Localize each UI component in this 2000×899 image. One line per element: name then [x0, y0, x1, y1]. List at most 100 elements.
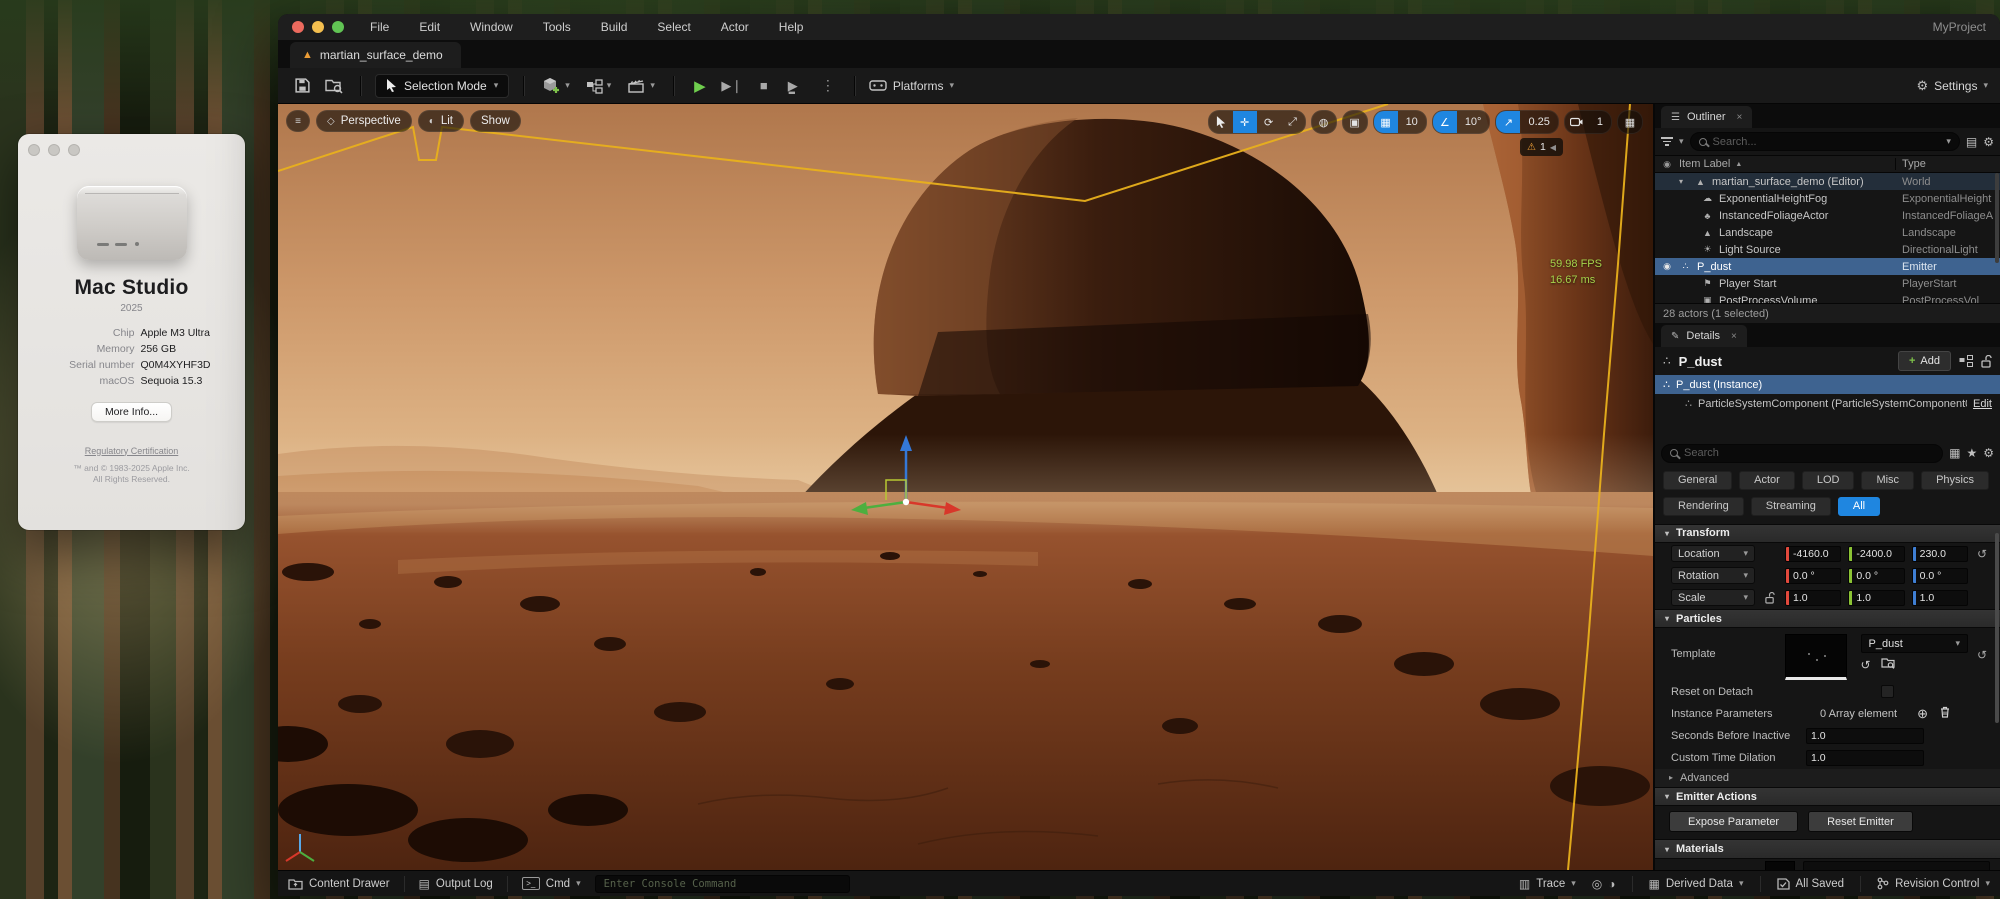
delete-elements-icon[interactable] — [1940, 706, 1950, 721]
blueprints-dropdown[interactable]: ▾ — [582, 78, 616, 94]
platforms-dropdown[interactable]: Platforms ▾ — [869, 79, 954, 93]
location-x-field[interactable] — [1785, 546, 1841, 562]
component-row-instance[interactable]: ∴ P_dust (Instance) — [1655, 375, 2000, 394]
reset-icon[interactable]: ↺ — [1974, 547, 1990, 561]
viewport-options-button[interactable]: ≡ — [286, 110, 310, 132]
play-options-kebab-icon[interactable]: ⋮ — [816, 74, 840, 98]
component-row-particle-system[interactable]: ∴ ParticleSystemComponent (ParticleSyste… — [1655, 394, 2000, 413]
reset-on-detach-checkbox[interactable] — [1881, 685, 1894, 698]
cinematics-dropdown[interactable]: ▾ — [623, 77, 659, 94]
outliner-row-player-start[interactable]: ⚑Player Start PlayerStart — [1655, 275, 2000, 292]
scale-snap-value[interactable]: 0.25 — [1520, 111, 1557, 133]
add-actor-dropdown[interactable]: ▾ — [538, 77, 574, 95]
eye-icon[interactable]: ◉ — [1655, 159, 1679, 170]
add-element-icon[interactable]: ⊕ — [1917, 706, 1928, 722]
revision-control-dropdown[interactable]: Revision Control ▾ — [1877, 877, 1990, 890]
expose-parameter-button[interactable]: Expose Parameter — [1669, 811, 1798, 832]
outliner-scrollbar[interactable] — [1995, 173, 1999, 263]
material-thumbnail[interactable] — [1765, 861, 1795, 870]
menu-select[interactable]: Select — [657, 20, 690, 34]
rotation-snap-toggle[interactable]: ∠ — [1433, 111, 1457, 133]
eye-icon[interactable]: ◉ — [1655, 261, 1679, 272]
rotation-dropdown[interactable]: Rotation▾ — [1671, 567, 1755, 584]
use-selected-asset-icon[interactable]: ↺ — [1861, 658, 1871, 672]
console-command-box[interactable] — [595, 875, 850, 893]
more-info-button[interactable]: More Info... — [91, 402, 172, 422]
pill-general[interactable]: General — [1663, 471, 1732, 490]
outliner-row-p-dust[interactable]: ◉ ∴P_dust Emitter — [1655, 258, 2000, 275]
menu-build[interactable]: Build — [601, 20, 628, 34]
scale-y-field[interactable] — [1848, 590, 1904, 606]
advanced-expander[interactable]: ▸ Advanced — [1655, 769, 2000, 788]
move-tool-button[interactable]: ✛ — [1233, 111, 1257, 133]
section-emitter-actions[interactable]: ▾ Emitter Actions — [1655, 787, 2000, 806]
outliner-row-landscape[interactable]: ▲Landscape Landscape — [1655, 224, 2000, 241]
world-local-toggle[interactable]: ◍ — [1312, 111, 1336, 133]
maximize-viewport-button[interactable]: ▦ — [1618, 111, 1642, 133]
tab-martian-surface-demo[interactable]: ▲ martian_surface_demo — [290, 42, 461, 68]
mac-window-controls[interactable] — [28, 144, 80, 156]
content-browser-icon[interactable] — [322, 74, 346, 98]
minimize-button[interactable] — [48, 144, 60, 156]
location-z-field[interactable] — [1912, 546, 1968, 562]
scale-z-field[interactable] — [1912, 590, 1968, 606]
section-particles[interactable]: ▾ Particles — [1655, 609, 2000, 628]
gear-icon[interactable]: ⚙ — [1983, 446, 1994, 460]
reset-icon[interactable]: ↺ — [1974, 634, 1990, 662]
close-icon[interactable]: × — [1731, 331, 1737, 342]
template-asset-dropdown[interactable]: P_dust ▾ — [1861, 634, 1969, 653]
pill-lod[interactable]: LOD — [1802, 471, 1855, 490]
launch-button[interactable]: ▶▂ — [784, 74, 808, 98]
cmd-dropdown[interactable]: >_ Cmd ▾ — [522, 877, 581, 890]
outliner-column-header[interactable]: ◉ Item Label▲ Type — [1655, 155, 2000, 173]
pill-streaming[interactable]: Streaming — [1751, 497, 1831, 516]
insights-chart-icon[interactable]: ◑ — [1608, 877, 1615, 891]
scale-dropdown[interactable]: Scale▾ — [1671, 589, 1755, 606]
level-viewport[interactable]: ≡ ◇Perspective ◐Lit Show ✛ ⟳ ⤢ ◍ ▣ ▦ — [278, 104, 1653, 870]
materials-element-row[interactable] — [1655, 859, 2000, 870]
skip-button[interactable]: ▶❘ — [720, 74, 744, 98]
browse-to-asset-icon[interactable] — [1881, 657, 1895, 672]
seconds-before-inactive-field[interactable] — [1806, 728, 1924, 744]
scale-lock-icon[interactable] — [1761, 592, 1779, 604]
blueprint-convert-icon[interactable] — [1959, 355, 1973, 367]
pill-all[interactable]: All — [1838, 497, 1880, 516]
camera-speed-value[interactable]: 1 — [1589, 111, 1611, 133]
close-button[interactable] — [292, 21, 304, 33]
viewport-warning-badge[interactable]: ⚠ 1 ◀ — [1520, 138, 1563, 156]
display-options-icon[interactable]: ▦ — [1949, 446, 1960, 460]
location-dropdown[interactable]: Location▾ — [1671, 545, 1755, 562]
pill-rendering[interactable]: Rendering — [1663, 497, 1744, 516]
rotation-z-field[interactable] — [1912, 568, 1968, 584]
perspective-dropdown[interactable]: ◇Perspective — [316, 110, 412, 132]
zoom-button[interactable] — [68, 144, 80, 156]
menu-actor[interactable]: Actor — [721, 20, 749, 34]
scale-snap-toggle[interactable]: ↗ — [1496, 111, 1520, 133]
section-materials[interactable]: ▾ Materials — [1655, 839, 2000, 858]
filter-icon[interactable] — [1661, 137, 1673, 146]
output-log-button[interactable]: ▤ Output Log — [419, 877, 493, 891]
zoom-button[interactable] — [332, 21, 344, 33]
location-y-field[interactable] — [1848, 546, 1904, 562]
outliner-row-foliage[interactable]: ♣InstancedFoliageActor InstancedFoliageA — [1655, 207, 2000, 224]
regulatory-certification-link[interactable]: Regulatory Certification — [85, 446, 179, 456]
close-button[interactable] — [28, 144, 40, 156]
all-saved-button[interactable]: All Saved — [1777, 878, 1845, 890]
outliner-row-fog[interactable]: ☁ExponentialHeightFog ExponentialHeight — [1655, 190, 2000, 207]
pill-physics[interactable]: Physics — [1921, 471, 1989, 490]
trace-dropdown[interactable]: ▥ Trace ▾ — [1519, 877, 1576, 891]
pill-actor[interactable]: Actor — [1739, 471, 1795, 490]
menu-tools[interactable]: Tools — [543, 20, 571, 34]
twisty-open-icon[interactable]: ▾ — [1679, 177, 1689, 186]
tab-outliner[interactable]: ☰ Outliner × — [1661, 106, 1752, 128]
window-controls[interactable] — [292, 21, 344, 33]
chevron-down-icon[interactable]: ▾ — [1679, 137, 1684, 146]
outliner-row-postprocess[interactable]: ▣PostProcessVolume PostProcessVol — [1655, 292, 2000, 303]
reset-emitter-button[interactable]: Reset Emitter — [1808, 811, 1913, 832]
chevron-down-icon[interactable]: ▾ — [1946, 137, 1951, 146]
rotation-x-field[interactable] — [1785, 568, 1841, 584]
grid-snap-toggle[interactable]: ▦ — [1374, 111, 1398, 133]
edit-link[interactable]: Edit — [1973, 398, 1992, 410]
lit-dropdown[interactable]: ◐Lit — [418, 110, 464, 132]
menu-file[interactable]: File — [370, 20, 389, 34]
